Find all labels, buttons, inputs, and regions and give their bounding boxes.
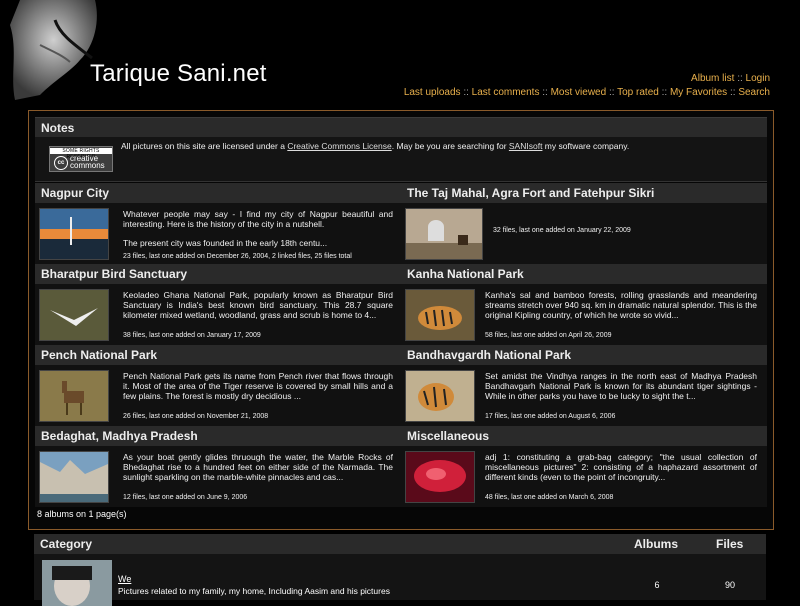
album-panel-taj-mahal: 32 files, last one added on January 22, … [401,203,767,264]
nav-search[interactable]: Search [738,87,770,98]
album-title-miscellaneous[interactable]: Miscellaneous [401,426,767,446]
album-stats: 38 files, last one added on January 17, … [123,332,261,339]
license-link[interactable]: Creative Commons License [287,141,391,151]
album-description: Pench National Park gets its name from P… [123,371,393,401]
notes-text: All pictures on this site are licensed u… [121,141,629,151]
album-panel-miscellaneous: adj 1: constituting a grab-bag category;… [401,446,767,507]
badge-word-commons: commons [70,161,105,170]
album-description: Set amidst the Vindhya ranges in the nor… [485,371,757,401]
category-row: We Pictures related to my family, my hom… [34,554,766,606]
album-description: As your boat gently glides thruough the … [123,452,393,482]
notes-text-part: my software company. [542,141,630,151]
marble-rocks-photo-icon[interactable] [39,451,109,503]
sanisoft-link[interactable]: SANIsoft [509,141,543,151]
nav-separator: :: [608,87,615,98]
notes-text-part: . May be you are searching for [391,141,509,151]
album-panel-bandhavgardh: Set amidst the Vindhya ranges in the nor… [401,365,767,426]
album-title-bharatpur[interactable]: Bharatpur Bird Sanctuary [35,264,401,284]
nav-album-list[interactable]: Album list [691,73,734,84]
nav-separator: :: [542,87,548,98]
nav-top-rated[interactable]: Top rated [617,87,659,98]
notes-heading: Notes [35,117,767,138]
album-panel-bharatpur: Keoladeo Ghana National Park, popularly … [35,284,401,345]
badge-wordmark: creative commons [70,155,105,170]
album-stats: 58 files, last one added on April 26, 20… [485,332,612,339]
album-stats: 23 files, last one added on December 26,… [123,253,352,260]
album-stats: 26 files, last one added on November 21,… [123,413,269,420]
tiger-cub-photo-icon[interactable] [405,370,475,422]
top-navigation: Album list :: Login Last uploads :: Last… [404,72,770,100]
tiger-photo-icon[interactable] [405,289,475,341]
notes-text-part: All pictures on this site are licensed u… [121,141,288,151]
album-stats: 17 files, last one added on August 6, 20… [485,413,616,420]
nav-last-uploads[interactable]: Last uploads [404,87,461,98]
category-link-we[interactable]: We [118,574,131,584]
gallery-frame: Notes SOME RIGHTS RESERVED cc creative c… [28,110,774,530]
notes-panel: SOME RIGHTS RESERVED cc creative commons… [35,137,767,182]
album-description: Kanha's sal and bamboo forests, rolling … [485,290,757,320]
album-description: Keoladeo Ghana National Park, popularly … [123,290,393,320]
creative-commons-badge[interactable]: SOME RIGHTS RESERVED cc creative commons [49,146,113,172]
album-title-bedaghat[interactable]: Bedaghat, Madhya Pradesh [35,426,401,446]
album-panel-bedaghat: As your boat gently glides thruough the … [35,446,401,507]
album-title-kanha[interactable]: Kanha National Park [401,264,767,284]
deer-photo-icon[interactable] [39,370,109,422]
album-title-bandhavgardh[interactable]: Bandhavgardh National Park [401,345,767,365]
nav-login[interactable]: Login [746,73,770,84]
album-stats: 32 files, last one added on January 22, … [493,227,631,234]
nav-separator: :: [661,87,668,98]
category-files-count: 90 [724,580,735,590]
category-heading: Category [40,537,93,551]
album-description: adj 1: constituting a grab-bag category;… [485,452,757,482]
album-description-more: The present city was founded in the earl… [123,238,328,248]
album-stats: 12 files, last one added on June 9, 2006 [123,494,248,501]
nav-separator: :: [729,87,736,98]
red-flower-photo-icon[interactable] [405,451,475,503]
album-panel-pench: Pench National Park gets its name from P… [35,365,401,426]
album-panel-nagpur: Whatever people may say - I find my city… [35,203,401,264]
files-column-header: Files [716,537,744,551]
category-description: Pictures related to my family, my home, … [118,586,390,596]
album-title-nagpur[interactable]: Nagpur City [35,183,401,203]
category-albums-count: 6 [654,580,660,590]
album-description: Whatever people may say - I find my city… [123,209,393,229]
album-stats: 48 files, last one added on March 6, 200… [485,494,614,501]
nav-separator: :: [463,87,469,98]
family-photo-icon[interactable] [42,560,112,606]
nav-last-comments[interactable]: Last comments [472,87,540,98]
nav-my-favorites[interactable]: My Favorites [670,87,727,98]
bird-photo-icon[interactable] [39,289,109,341]
site-title[interactable]: Tarique Sani.net [90,60,267,88]
taj-mahal-photo-icon[interactable] [405,208,483,260]
category-header: Category Albums Files [34,534,766,554]
nav-separator: :: [737,73,743,84]
album-title-taj-mahal[interactable]: The Taj Mahal, Agra Fort and Fatehpur Si… [401,183,767,203]
album-title-pench[interactable]: Pench National Park [35,345,401,365]
nav-most-viewed[interactable]: Most viewed [551,87,607,98]
album-panel-kanha: Kanha's sal and bamboo forests, rolling … [401,284,767,345]
cc-logo-icon: cc [54,156,68,170]
albums-column-header: Albums [634,537,679,551]
sunset-photo-icon[interactable] [39,208,109,260]
albums-page-count: 8 albums on 1 page(s) [37,509,127,519]
